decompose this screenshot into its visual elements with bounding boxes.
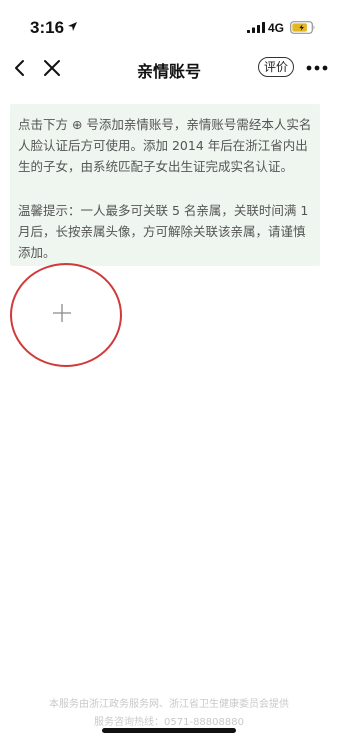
network-type: 4G (268, 21, 285, 35)
nav-bar: 亲情账号 评价 (0, 48, 338, 88)
signal-icon (247, 22, 265, 33)
more-dots-icon[interactable] (306, 65, 328, 71)
battery-icon (290, 21, 315, 34)
notice-instructions: 点击下方 ⊕ 号添加亲情账号，亲情账号需经本人实名人脸认证后方可使用。添加 20… (18, 117, 312, 174)
rate-button[interactable]: 评价 (258, 57, 294, 77)
location-arrow-icon (68, 22, 77, 31)
status-bar: 3:16 4G (0, 0, 338, 44)
notice-tip: 温馨提示：一人最多可关联 5 名亲属，关联时间满 1 月后，长按亲属头像，方可解… (18, 203, 309, 260)
plus-icon (53, 304, 71, 322)
notice-box: 点击下方 ⊕ 号添加亲情账号，亲情账号需经本人实名人脸认证后方可使用。添加 20… (10, 104, 320, 266)
footer-hotline: 服务咨询热线：0571-88808880 (94, 717, 244, 728)
status-time: 3:16 (30, 18, 65, 37)
add-family-account-button[interactable] (30, 287, 94, 339)
home-indicator (102, 728, 236, 733)
footer-provider: 本服务由浙江政务服务网、浙江省卫生健康委员会提供 (49, 699, 289, 710)
